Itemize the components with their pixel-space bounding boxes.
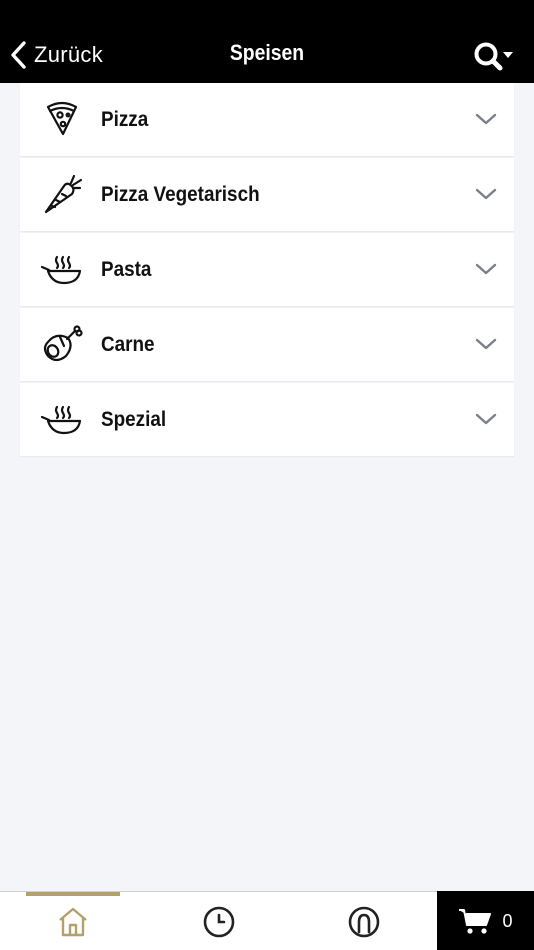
search-button[interactable]	[472, 40, 516, 74]
category-item-spezial[interactable]: Spezial	[20, 383, 514, 456]
cart-button[interactable]: 0	[437, 891, 534, 950]
tab-history[interactable]	[199, 902, 239, 942]
carrot-icon	[40, 174, 84, 214]
active-tab-indicator	[26, 892, 120, 896]
category-item-pizza[interactable]: Pizza	[20, 83, 514, 156]
tab-home[interactable]	[53, 902, 93, 942]
tab-profile[interactable]	[344, 902, 384, 942]
category-item-pizza-vegetarisch[interactable]: Pizza Vegetarisch	[20, 158, 514, 231]
category-label: Pizza	[101, 107, 149, 131]
chevron-left-icon	[11, 41, 26, 69]
category-label: Spezial	[101, 407, 167, 431]
top-navigation-bar: Zurück Speisen	[0, 0, 534, 83]
steaming-bowl-icon	[40, 399, 84, 439]
category-item-pasta[interactable]: Pasta	[20, 233, 514, 306]
category-label: Pasta	[101, 257, 152, 281]
shopping-cart-icon	[459, 909, 492, 934]
category-list: Pizza Pizza Vegetarisch Pasta Carne Spez…	[20, 83, 514, 458]
chevron-down-icon[interactable]	[474, 186, 498, 202]
chevron-down-icon[interactable]	[474, 336, 498, 352]
pizza-slice-icon	[40, 99, 84, 139]
page-title: Speisen	[229, 40, 305, 65]
chevron-down-icon[interactable]	[474, 261, 498, 277]
cart-count: 0	[502, 910, 513, 931]
category-label: Pizza Vegetarisch	[101, 182, 260, 206]
search-icon	[474, 42, 513, 71]
home-icon	[59, 907, 87, 937]
user-icon	[348, 906, 380, 938]
clock-icon	[203, 906, 235, 938]
meat-leg-icon	[40, 324, 84, 364]
bottom-tab-bar: 0	[0, 891, 534, 950]
category-item-carne[interactable]: Carne	[20, 308, 514, 381]
chevron-down-icon[interactable]	[474, 411, 498, 427]
steaming-bowl-icon	[40, 249, 84, 289]
category-label: Carne	[101, 332, 155, 356]
chevron-down-icon[interactable]	[474, 111, 498, 127]
